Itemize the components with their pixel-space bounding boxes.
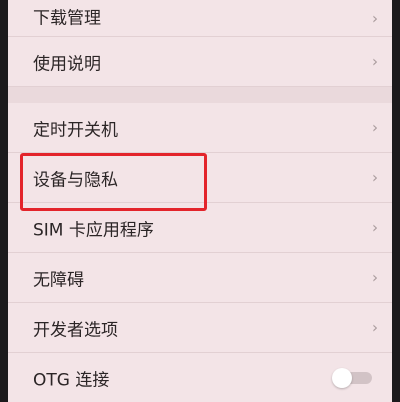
settings-item-label: 定时开关机	[33, 120, 118, 140]
settings-item-otg[interactable]: OTG 连接	[8, 353, 392, 402]
toggle-knob	[332, 367, 352, 388]
settings-item-sim-apps[interactable]: SIM 卡应用程序 ›	[8, 203, 392, 253]
settings-item-developer-options[interactable]: 开发者选项 ›	[8, 303, 392, 353]
chevron-right-icon: ›	[372, 9, 378, 28]
settings-item-label: 使用说明	[33, 54, 101, 74]
settings-item-download-management[interactable]: 下载管理 ›	[8, 0, 392, 37]
group-divider	[8, 87, 392, 103]
chevron-right-icon: ›	[372, 318, 378, 336]
settings-item-label: 开发者选项	[33, 320, 118, 340]
chevron-right-icon: ›	[372, 168, 378, 186]
chevron-right-icon: ›	[372, 268, 378, 286]
settings-item-instructions[interactable]: 使用说明 ›	[8, 37, 392, 87]
settings-screen: 下载管理 › 使用说明 › 定时开关机 › 设备与隐私 › SIM 卡应用程序 …	[8, 0, 392, 402]
settings-item-label: 下载管理	[33, 8, 101, 29]
settings-item-label: 设备与隐私	[33, 170, 118, 190]
chevron-right-icon: ›	[372, 118, 378, 136]
settings-item-device-privacy[interactable]: 设备与隐私 ›	[8, 153, 392, 203]
otg-toggle-switch[interactable]	[332, 367, 372, 388]
settings-item-accessibility[interactable]: 无障碍 ›	[8, 253, 392, 303]
settings-item-scheduled-power[interactable]: 定时开关机 ›	[8, 103, 392, 153]
settings-item-label: OTG 连接	[33, 370, 110, 390]
chevron-right-icon: ›	[372, 52, 378, 70]
settings-item-label: 无障碍	[33, 270, 84, 290]
chevron-right-icon: ›	[372, 218, 378, 236]
settings-item-label: SIM 卡应用程序	[33, 220, 154, 240]
